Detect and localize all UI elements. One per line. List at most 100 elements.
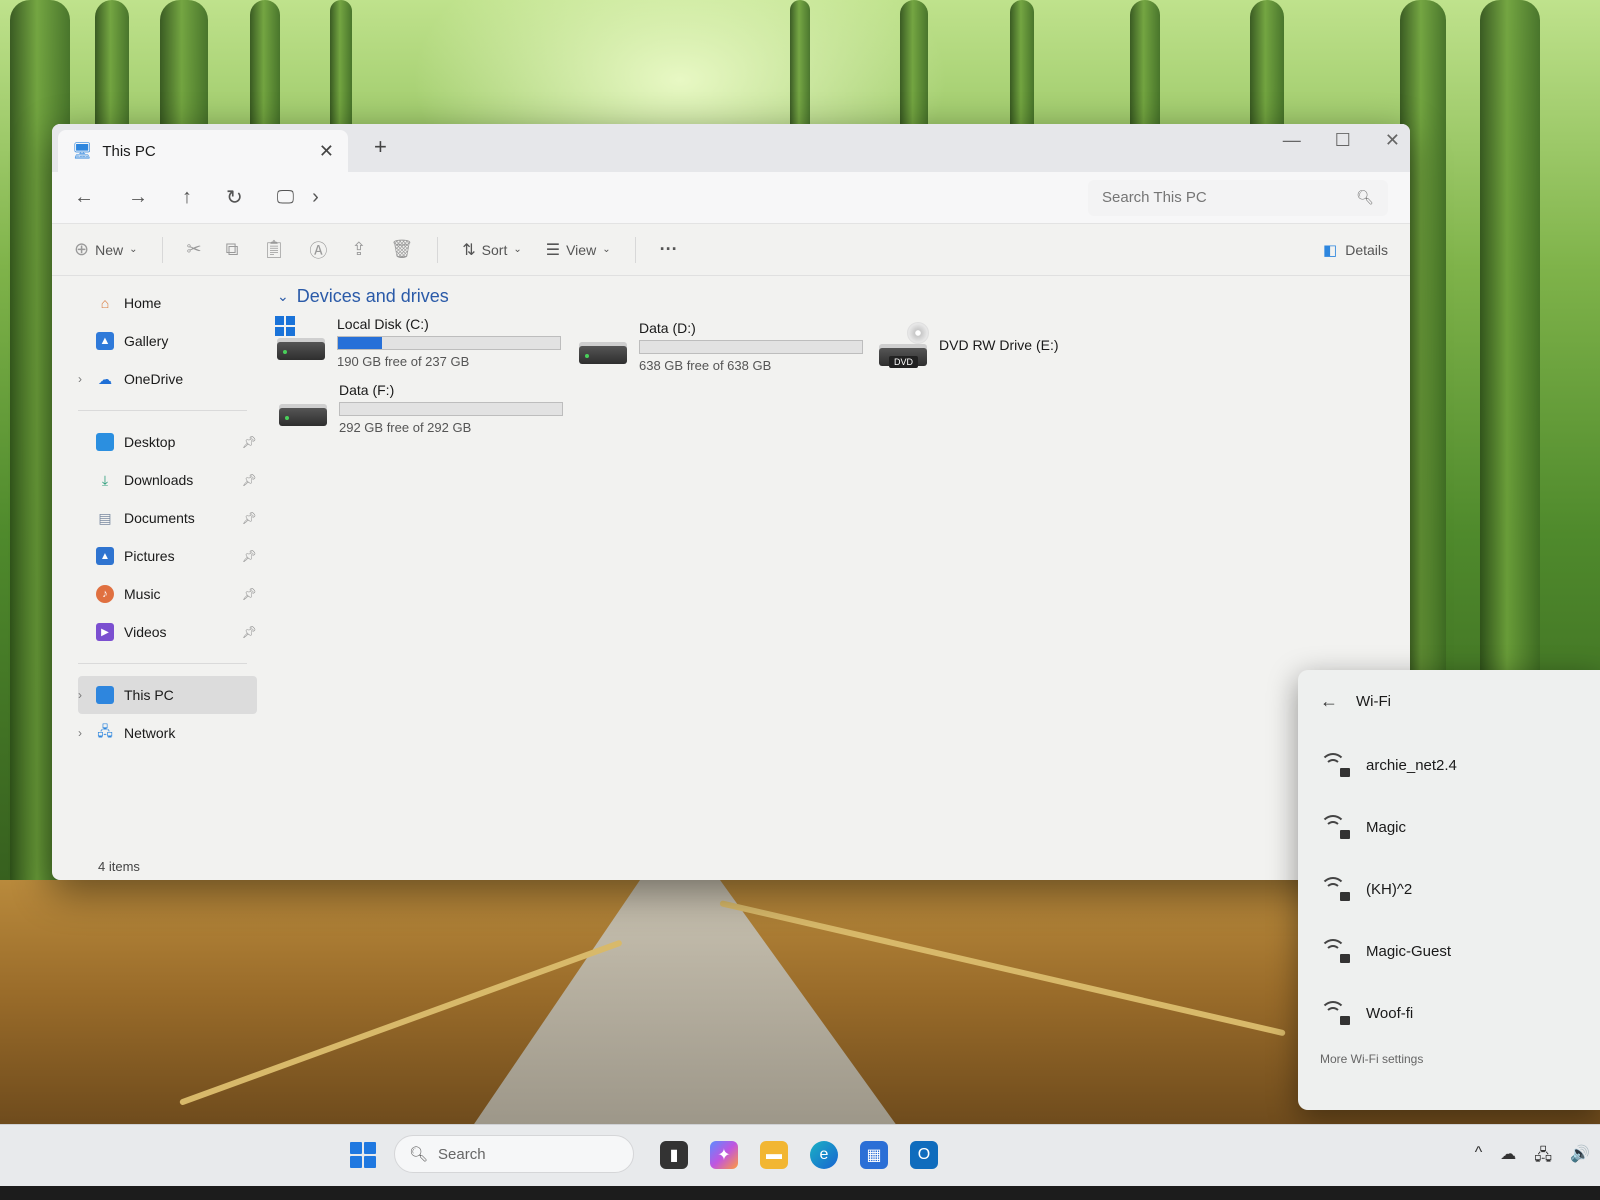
task-view-icon[interactable]: ▮ [660, 1141, 688, 1169]
wifi-secured-icon [1320, 939, 1350, 963]
wifi-flyout: ← Wi-Fi archie_net2.4 Magic (KH)^2 Magic… [1298, 670, 1600, 1110]
edge-icon[interactable]: e [810, 1141, 838, 1169]
sort-button[interactable]: ⇅ Sort ⌄ [462, 240, 521, 260]
content-pane: ⌄ Devices and drives Local Disk (C:) 190… [257, 276, 1410, 880]
pin-icon[interactable]: 📌︎ [242, 625, 257, 639]
tab-this-pc[interactable]: 🖥 This PC ✕ [58, 130, 348, 172]
address-bar[interactable]: 🖵 › [277, 186, 319, 209]
chevron-down-icon: ⌄ [602, 244, 611, 255]
pin-icon[interactable]: 📌︎ [242, 511, 257, 525]
file-explorer-window: 🖥 This PC ✕ + — ☐ ✕ ← → ↑ ↻ 🖵 › 🔍︎ ⊕ New… [52, 124, 1410, 880]
pin-icon[interactable]: 📌︎ [242, 549, 257, 563]
chevron-right-icon[interactable]: › [78, 688, 82, 702]
sidebar-item-label: Network [124, 725, 176, 741]
sidebar-item-label: Music [124, 586, 161, 602]
sort-icon: ⇅ [462, 241, 476, 259]
taskbar-search[interactable]: 🔍︎ Search [394, 1135, 634, 1173]
wifi-network-name: Magic [1366, 818, 1407, 836]
view-button[interactable]: ☰ View ⌄ [546, 240, 611, 260]
drive-free-space: 292 GB free of 292 GB [339, 420, 472, 435]
close-tab-icon[interactable]: ✕ [319, 141, 334, 162]
view-icon: ☰ [545, 241, 561, 259]
sidebar-item-label: This PC [124, 687, 174, 703]
dvd-badge: DVD [889, 356, 919, 368]
back-button[interactable]: ← [74, 186, 94, 209]
pin-icon[interactable]: 📌︎ [242, 435, 257, 449]
store-icon[interactable]: ▦ [860, 1141, 888, 1169]
sidebar-item-pictures[interactable]: ▲ Pictures 📌︎ [78, 537, 257, 575]
sidebar-divider [78, 663, 247, 664]
network-icon: 🖧︎ [97, 723, 113, 739]
sidebar-item-label: Gallery [124, 333, 169, 349]
drive-d[interactable]: Data (D:) 638 GB free of 638 GB [577, 320, 863, 373]
chevron-right-icon[interactable]: › [78, 726, 82, 740]
wifi-network-item[interactable]: archie_net2.4 [1320, 734, 1600, 796]
wifi-network-item[interactable]: Magic [1320, 796, 1600, 858]
sidebar-item-label: OneDrive [124, 371, 184, 387]
maximize-button[interactable]: ☐ [1335, 130, 1351, 151]
system-tray: ^ ☁ 🖧 🔊 [1475, 1144, 1590, 1171]
toolbar-divider [634, 236, 636, 263]
share-icon[interactable]: ⇪ [351, 239, 366, 260]
back-arrow-icon[interactable]: ← [1320, 691, 1338, 712]
refresh-button[interactable]: ↻ [226, 185, 243, 210]
chevron-right-icon[interactable]: › [78, 372, 82, 386]
up-button[interactable]: ↑ [182, 186, 192, 209]
chevron-up-icon[interactable]: ^ [1475, 1144, 1483, 1171]
sidebar-item-onedrive[interactable]: › ☁ OneDrive [78, 360, 257, 398]
cloud-icon[interactable]: ☁ [1500, 1144, 1516, 1171]
chevron-down-icon: ⌄ [129, 244, 138, 255]
file-explorer-icon[interactable]: ▬ [760, 1141, 788, 1169]
copy-icon[interactable]: ⧉ [226, 239, 239, 260]
sidebar-item-documents[interactable]: ▤ Documents 📌︎ [78, 499, 257, 537]
sidebar-item-downloads[interactable]: ⤓ Downloads 📌︎ [78, 461, 257, 499]
dvd-drive-icon: DVD [877, 322, 929, 368]
wifi-network-item[interactable]: Magic-Guest [1320, 920, 1600, 982]
sidebar-item-label: Home [124, 295, 162, 311]
drive-e[interactable]: DVD DVD RW Drive (E:) [877, 322, 1059, 368]
more-options-button[interactable]: ··· [660, 239, 678, 260]
wifi-secured-icon [1320, 877, 1350, 901]
search-icon[interactable]: 🔍︎ [1356, 189, 1374, 206]
pin-icon[interactable]: 📌︎ [242, 587, 257, 601]
drive-f[interactable]: Data (F:) 292 GB free of 292 GB [277, 382, 563, 435]
sidebar-item-gallery[interactable]: ▲ Gallery [78, 322, 257, 360]
start-button[interactable] [350, 1142, 376, 1168]
wifi-secured-icon [1320, 815, 1350, 839]
new-tab-button[interactable]: + [374, 134, 387, 160]
drive-info: Local Disk (C:) 190 GB free of 237 GB [337, 316, 561, 369]
system-drive-icon [275, 316, 327, 362]
sidebar-item-videos[interactable]: ▶ Videos 📌︎ [78, 613, 257, 651]
pin-icon[interactable]: 📌︎ [242, 473, 257, 487]
paste-icon[interactable]: 📋︎ [262, 239, 285, 260]
sidebar-item-this-pc[interactable]: › This PC [78, 676, 257, 714]
cut-icon[interactable]: ✂ [187, 239, 202, 260]
delete-icon[interactable]: 🗑︎ [390, 239, 413, 260]
outlook-icon[interactable]: O [910, 1141, 938, 1169]
sidebar-item-music[interactable]: ♪ Music 📌︎ [78, 575, 257, 613]
search-icon: 🔍︎ [409, 1146, 429, 1163]
search-input[interactable] [1102, 189, 1357, 206]
group-header-devices[interactable]: ⌄ Devices and drives [277, 280, 1390, 312]
drive-c[interactable]: Local Disk (C:) 190 GB free of 237 GB [275, 316, 561, 369]
rename-icon[interactable]: Ⓐ [309, 237, 327, 263]
new-button[interactable]: ⊕ New ⌄ [74, 239, 138, 260]
network-status-icon[interactable]: 🖧 [1534, 1144, 1552, 1171]
sidebar-item-home[interactable]: ⌂ Home [78, 284, 257, 322]
details-button[interactable]: ◧ Details [1323, 241, 1388, 259]
more-wifi-settings-link[interactable]: More Wi-Fi settings [1320, 1052, 1423, 1066]
monitor-icon [96, 686, 114, 704]
copilot-icon[interactable]: ✦ [710, 1141, 738, 1169]
breadcrumb-chevron-icon[interactable]: › [312, 186, 319, 209]
close-window-button[interactable]: ✕ [1385, 130, 1400, 151]
wifi-network-item[interactable]: (KH)^2 [1320, 858, 1600, 920]
hard-drive-icon [277, 382, 329, 428]
sidebar-item-network[interactable]: › 🖧︎ Network [78, 714, 257, 752]
wifi-network-item[interactable]: Woof-fi [1320, 982, 1600, 1044]
sidebar-item-desktop[interactable]: Desktop 📌︎ [78, 423, 257, 461]
drive-free-space: 638 GB free of 638 GB [639, 358, 772, 373]
hard-drive-icon [577, 320, 629, 366]
forward-button[interactable]: → [128, 186, 148, 209]
volume-icon[interactable]: 🔊 [1570, 1144, 1590, 1171]
minimize-button[interactable]: — [1283, 130, 1301, 151]
